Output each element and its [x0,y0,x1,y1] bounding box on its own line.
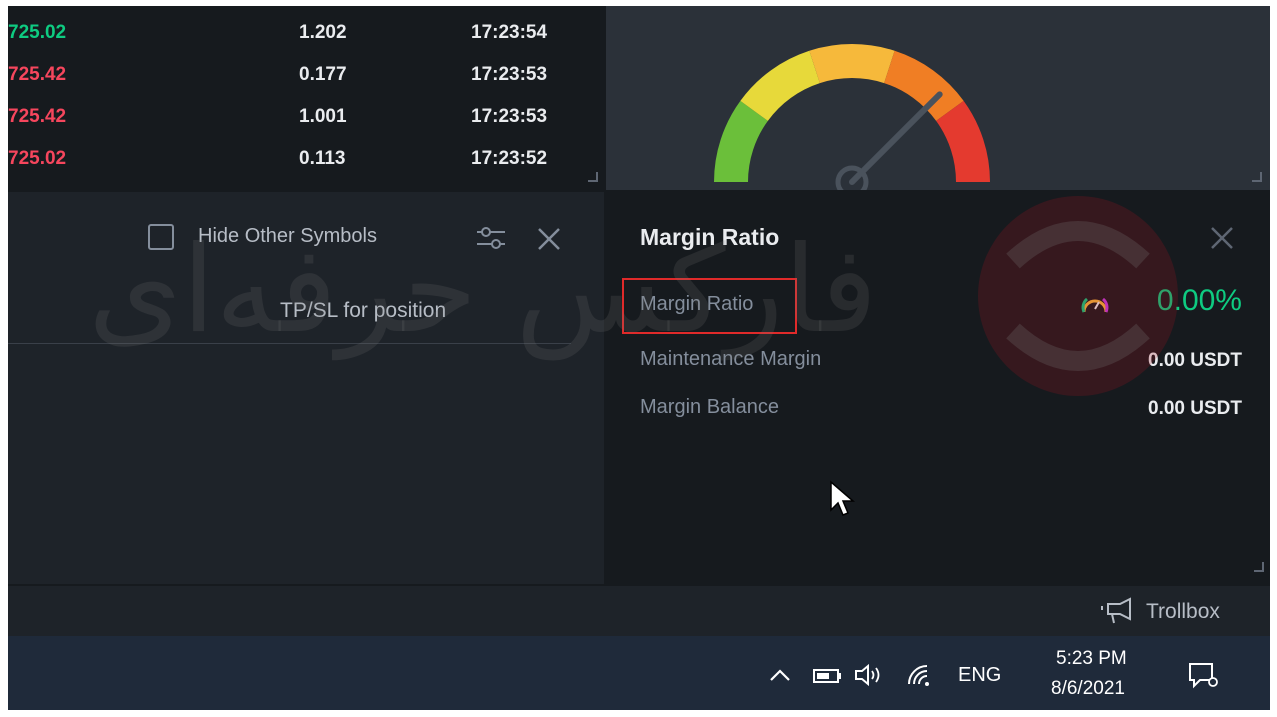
trade-qty: 0.113 [299,148,346,169]
watermark-emblem [978,196,1178,396]
speaker-icon[interactable] [854,663,884,687]
divider [8,343,571,344]
mouse-cursor-icon [830,480,856,516]
wifi-icon[interactable] [906,662,934,688]
resize-grip[interactable] [1252,172,1262,182]
taskbar-time[interactable]: 5:23 PM [1056,648,1127,670]
trade-time: 17:23:52 [471,148,548,169]
trollbox-bar [8,586,1270,636]
hide-other-symbols-checkbox[interactable] [148,224,174,250]
margin-balance-value: 0.00 USDT [1148,398,1242,419]
hide-other-symbols-label: Hide Other Symbols [198,225,377,247]
filter-settings-icon[interactable] [474,223,508,253]
chevron-up-icon[interactable] [768,666,792,684]
margin-balance-label: Margin Balance [640,396,779,418]
recent-trades-panel: 725.02 1.202 17:23:54 725.42 0.177 17:23… [8,6,604,190]
language-indicator[interactable]: ENG [958,664,1001,687]
trade-row: 725.02 0.113 17:23:52 [8,138,604,178]
trade-time: 17:23:53 [471,64,548,85]
close-icon[interactable] [535,225,563,253]
resize-grip[interactable] [1254,562,1264,572]
taskbar-date[interactable]: 8/6/2021 [1051,678,1125,700]
trade-qty: 0.177 [299,64,347,85]
trade-time: 17:23:53 [471,106,548,127]
trade-row: 725.42 1.001 17:23:53 [8,96,604,136]
margin-ratio-label: Margin Ratio [640,293,754,315]
trade-row: 725.02 1.202 17:23:54 [8,12,604,52]
windows-taskbar: ENG 5:23 PM 8/6/2021 [8,636,1270,710]
battery-icon[interactable] [813,668,843,684]
notification-icon[interactable] [1186,660,1220,692]
tab-tpsl-for-position[interactable]: TP/SL for position [280,299,446,323]
close-icon[interactable] [1208,224,1236,252]
trade-row: 725.42 0.177 17:23:53 [8,54,604,94]
margin-gauge [714,44,990,199]
margin-ratio-title: Margin Ratio [640,224,780,250]
maintenance-margin-label: Maintenance Margin [640,348,822,370]
resize-grip[interactable] [588,172,598,182]
megaphone-icon[interactable] [1100,596,1134,626]
positions-panel [8,192,604,584]
trade-price: 725.02 [8,22,67,43]
gauge-segment [809,44,895,84]
trade-qty: 1.202 [299,22,347,43]
gauge-needle [849,91,943,185]
app-screen: 725.02 1.202 17:23:54 725.42 0.177 17:23… [8,6,1270,710]
trade-price: 725.42 [8,106,67,127]
trollbox-label[interactable]: Trollbox [1146,600,1220,624]
trade-time: 17:23:54 [471,22,548,43]
margin-gauge-panel [606,6,1270,199]
trade-qty: 1.001 [299,106,347,127]
trade-price: 725.42 [8,64,67,85]
trade-price: 725.02 [8,148,67,169]
